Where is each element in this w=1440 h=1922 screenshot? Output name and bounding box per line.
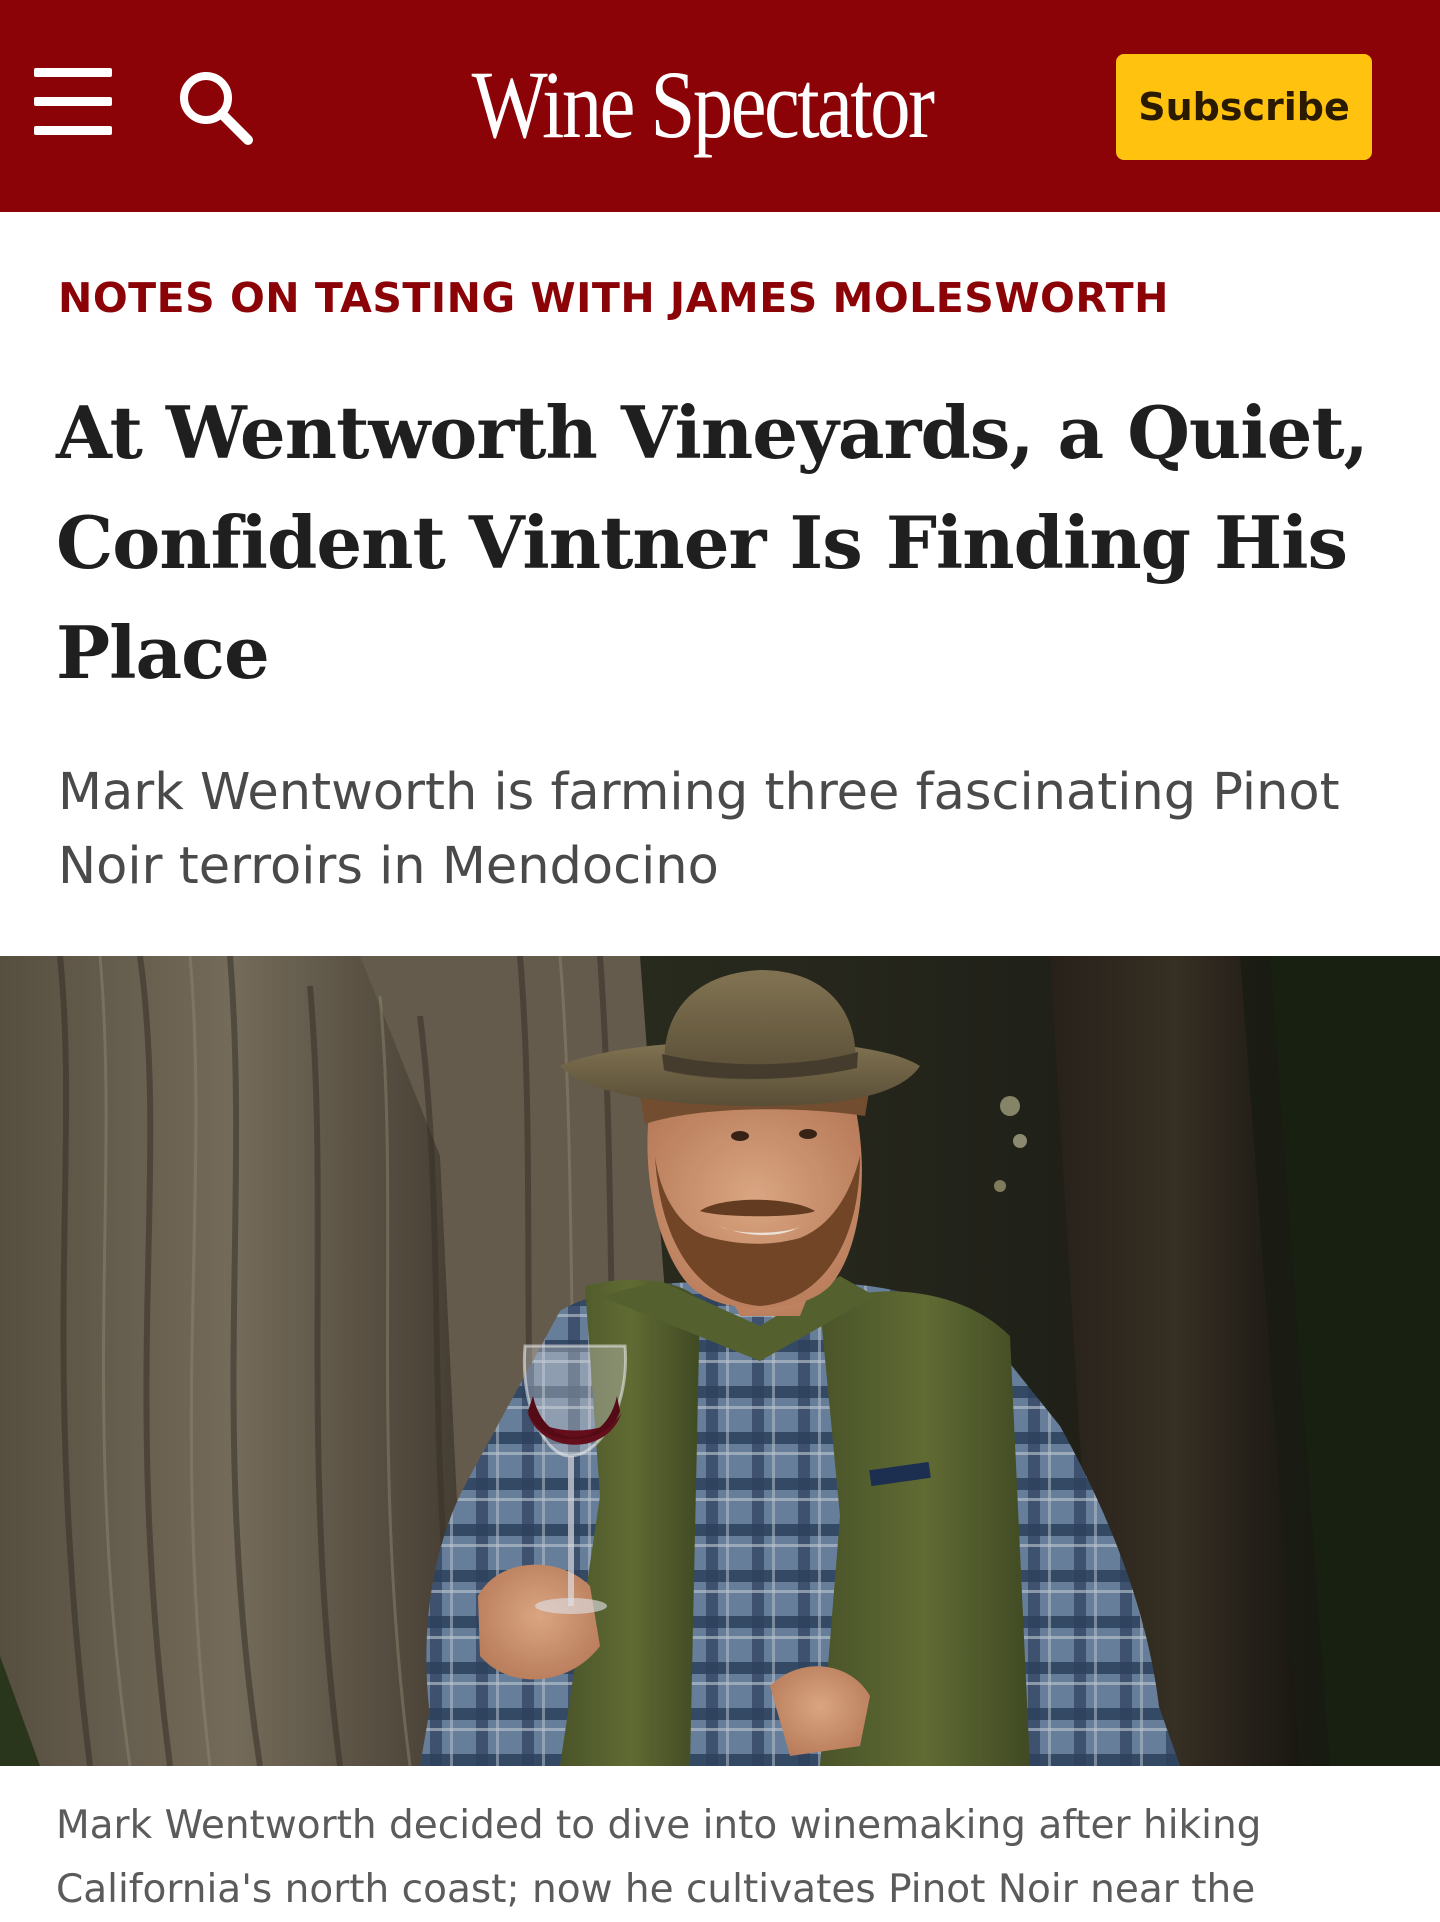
- search-icon[interactable]: [170, 62, 262, 154]
- menu-line: [34, 68, 112, 77]
- menu-line: [34, 97, 112, 106]
- hero-photo: [0, 956, 1440, 1766]
- hero-photo-caption: Mark Wentworth decided to dive into wine…: [56, 1803, 1262, 1912]
- article-headline: At Wentworth Vineyards, a Quiet, Confide…: [56, 390, 1369, 695]
- site-header: Wine Spectator Subscribe: [0, 0, 1440, 212]
- article-kicker[interactable]: NOTES ON TASTING WITH JAMES MOLESWORTH: [58, 268, 1398, 328]
- subscribe-button[interactable]: Subscribe: [1116, 54, 1372, 160]
- hero-photo-illustration: [0, 956, 1440, 1766]
- site-logo[interactable]: Wine Spectator: [472, 30, 935, 180]
- menu-line: [34, 126, 112, 135]
- hamburger-menu-icon[interactable]: [28, 60, 118, 144]
- article-dek: Mark Wentworth is farming three fascinat…: [58, 763, 1340, 896]
